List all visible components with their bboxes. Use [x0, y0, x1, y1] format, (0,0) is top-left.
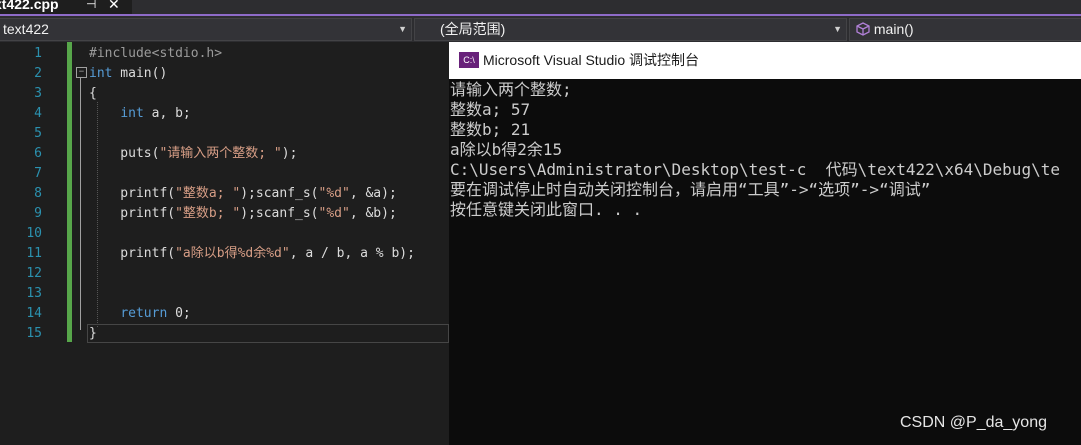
- line-number: 3: [34, 86, 42, 101]
- watermark: CSDN @P_da_yong: [900, 414, 1047, 431]
- close-tab-icon[interactable]: ✕: [108, 0, 120, 14]
- code-token: );scanf_s(: [240, 186, 319, 201]
- code-line[interactable]: printf("整数a; ");scanf_s("%d", &a);: [89, 184, 397, 204]
- console-line: 要在调试停止时自动关闭控制台，请启用“工具”->“选项”->“调试”: [450, 180, 931, 199]
- line-number: 14: [26, 306, 42, 321]
- code-token: , &a);: [349, 186, 397, 201]
- line-number: 11: [26, 246, 42, 261]
- code-token: "请输入两个整数; ": [159, 146, 282, 161]
- code-line[interactable]: }: [89, 324, 97, 344]
- code-token: {: [89, 86, 97, 101]
- document-tab-strip: xt422.cpp ⊣ ✕: [0, 0, 1081, 14]
- console-line: a除以b得2余15: [450, 140, 563, 159]
- document-tab-label[interactable]: xt422.cpp: [0, 0, 59, 14]
- code-token: }: [89, 326, 97, 341]
- code-token: , &b);: [349, 206, 397, 221]
- line-number: 12: [26, 266, 42, 281]
- code-token: printf(: [89, 186, 176, 201]
- code-editor[interactable]: 1 2 3 4 5 6 7 8 9 10 11 12 13 14 15 − #include<stdio.h…: [0, 42, 449, 445]
- code-token: , a / b, a % b);: [289, 246, 415, 261]
- document-tab[interactable]: xt422.cpp ⊣ ✕: [0, 0, 132, 14]
- code-line[interactable]: return 0;: [89, 304, 191, 324]
- code-token: "a除以b得%d余%d": [175, 246, 290, 261]
- console-line: 整数b; 21: [450, 120, 531, 139]
- line-number: 13: [26, 286, 42, 301]
- code-line[interactable]: printf("整数b; ");scanf_s("%d", &b);: [89, 204, 397, 224]
- code-token: "整数a; ": [175, 186, 241, 201]
- code-token: "%d": [318, 206, 350, 221]
- code-line[interactable]: {: [89, 84, 97, 104]
- code-token: main(): [112, 66, 168, 81]
- navigation-bar: text422 ▼ (全局范围) ▼ main(): [0, 16, 1081, 42]
- console-line: 请输入两个整数;: [450, 80, 572, 99]
- member-dropdown[interactable]: main(): [849, 18, 1081, 41]
- code-token: a, b;: [143, 106, 191, 121]
- code-token: );: [281, 146, 298, 161]
- line-number: 2: [34, 66, 42, 81]
- line-number: 10: [26, 226, 42, 241]
- line-number: 4: [34, 106, 42, 121]
- current-line-highlight: [87, 324, 449, 343]
- code-token: printf(: [89, 206, 176, 221]
- method-cube-icon: [856, 22, 870, 36]
- line-number: 1: [34, 46, 42, 61]
- code-token: #include<stdio.h>: [89, 46, 223, 61]
- line-number: 15: [26, 326, 42, 341]
- code-token: printf(: [89, 246, 176, 261]
- member-dropdown-value: main(): [856, 19, 914, 40]
- console-app-icon: C:\: [459, 52, 479, 68]
- code-token: );scanf_s(: [240, 206, 319, 221]
- code-line[interactable]: #include<stdio.h>: [89, 44, 222, 64]
- code-token: "整数b; ": [175, 206, 241, 221]
- code-token: int: [89, 66, 113, 81]
- console-title-bar[interactable]: C:\ Microsoft Visual Studio 调试控制台: [449, 42, 1081, 79]
- saved-changes-bar: [67, 42, 72, 342]
- member-label: main(): [873, 21, 914, 37]
- console-line: C:\Users\Administrator\Desktop\test-c 代码…: [450, 160, 1060, 179]
- console-line: 按任意键关闭此窗口. . .: [450, 200, 643, 219]
- project-dropdown-value: text422: [3, 21, 49, 37]
- collapse-toggle-icon[interactable]: −: [76, 67, 87, 78]
- code-token: int: [120, 106, 144, 121]
- code-line[interactable]: printf("a除以b得%d余%d", a / b, a % b);: [89, 244, 415, 264]
- project-dropdown[interactable]: text422 ▼: [0, 18, 412, 41]
- line-number: 7: [34, 166, 42, 181]
- code-line[interactable]: int main(): [89, 64, 167, 84]
- line-number: 9: [34, 206, 42, 221]
- outline-guide: [80, 78, 81, 330]
- console-line: 整数a; 57: [450, 100, 531, 119]
- code-line[interactable]: puts("请输入两个整数; ");: [89, 144, 297, 164]
- code-token: 0;: [167, 306, 191, 321]
- scope-dropdown-value: (全局范围): [440, 21, 506, 37]
- console-title: Microsoft Visual Studio 调试控制台: [483, 52, 700, 68]
- code-token: puts(: [89, 146, 160, 161]
- debug-console-window[interactable]: C:\ Microsoft Visual Studio 调试控制台 请输入两个整…: [449, 42, 1081, 445]
- scope-dropdown[interactable]: (全局范围) ▼: [414, 18, 847, 41]
- line-number: 5: [34, 126, 42, 141]
- code-token: return: [120, 306, 168, 321]
- code-token: "%d": [318, 186, 350, 201]
- line-number: 6: [34, 146, 42, 161]
- pin-icon[interactable]: ⊣: [86, 0, 96, 14]
- chevron-down-icon[interactable]: ▼: [833, 19, 842, 40]
- line-number: 8: [34, 186, 42, 201]
- chevron-down-icon[interactable]: ▼: [398, 19, 407, 40]
- code-line[interactable]: int a, b;: [89, 104, 191, 124]
